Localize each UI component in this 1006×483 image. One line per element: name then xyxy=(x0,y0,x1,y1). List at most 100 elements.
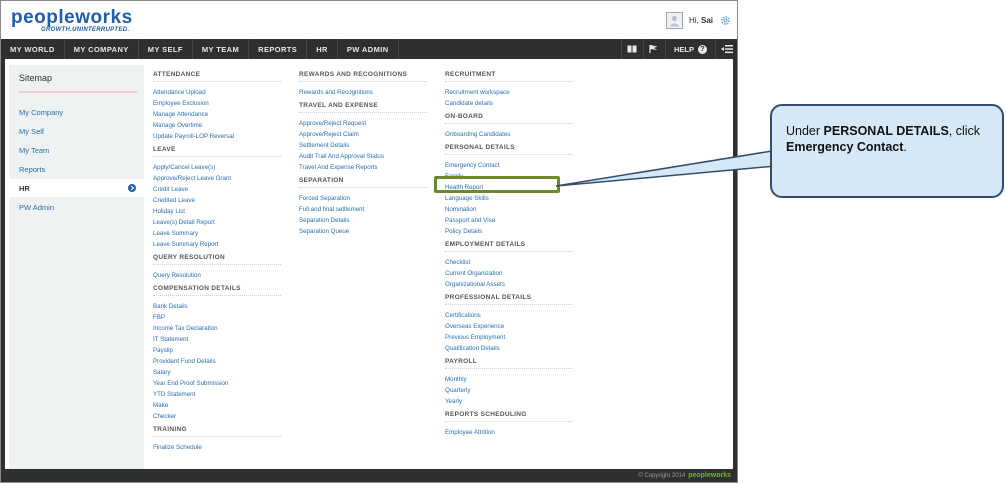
link-bank-details[interactable]: Bank Details xyxy=(153,301,281,312)
section-heading-employment-details: EMPLOYMENT DETAILS xyxy=(445,241,573,252)
link-manage-attendance[interactable]: Manage Attendance xyxy=(153,109,281,120)
link-holiday-list[interactable]: Holiday List xyxy=(153,206,281,217)
link-policy-details[interactable]: Policy Details xyxy=(445,226,573,237)
nav-my-self[interactable]: MY SELF xyxy=(139,39,193,59)
link-onboarding-candidates[interactable]: Onboarding Candidates xyxy=(445,129,573,140)
section-heading-leave: LEAVE xyxy=(153,146,281,157)
link-apply-cancel-leave-s[interactable]: Apply/Cancel Leave(s) xyxy=(153,162,281,173)
link-monthly[interactable]: Monthly xyxy=(445,374,573,385)
link-approve-reject-request[interactable]: Approve/Reject Request xyxy=(299,118,427,129)
link-leave-summary-report[interactable]: Leave Summary Report xyxy=(153,239,281,250)
link-employee-attrition[interactable]: Employee Attrition xyxy=(445,427,573,438)
link-manage-overtime[interactable]: Manage Overtime xyxy=(153,120,281,131)
link-separation-queue[interactable]: Separation Queue xyxy=(299,226,427,237)
link-credit-leave[interactable]: Credit Leave xyxy=(153,184,281,195)
link-payslip[interactable]: Payslip xyxy=(153,345,281,356)
link-organizational-assets[interactable]: Organizational Assets xyxy=(445,279,573,290)
nav-reports[interactable]: REPORTS xyxy=(249,39,308,59)
sidebar-item-my-company[interactable]: My Company xyxy=(9,103,144,121)
link-passport-and-visa[interactable]: Passport and Visa xyxy=(445,215,573,226)
section-heading-personal-details: PERSONAL DETAILS xyxy=(445,144,573,155)
link-full-and-final-settlement[interactable]: Full and final settlement xyxy=(299,204,427,215)
divider xyxy=(19,91,137,93)
nav-my-team[interactable]: MY TEAM xyxy=(193,39,250,59)
link-fbp[interactable]: FBP xyxy=(153,312,281,323)
nav-my-world[interactable]: MY WORLD xyxy=(1,39,65,59)
link-rewards-and-recognitions[interactable]: Rewards and Recognitions xyxy=(299,87,427,98)
link-leave-summary[interactable]: Leave Summary xyxy=(153,228,281,239)
menu-toggle-icon[interactable] xyxy=(715,39,737,59)
header: peopleworks GROWTH.UNINTERRUPTED. Hi, Sa… xyxy=(1,1,737,39)
link-previous-employment[interactable]: Previous Employment xyxy=(445,332,573,343)
link-approve-reject-claim[interactable]: Approve/Reject Claim xyxy=(299,129,427,140)
sitemap-sidebar: Sitemap My Company My Self My Team Repor… xyxy=(9,65,144,469)
gear-icon[interactable] xyxy=(719,15,731,27)
section-heading-reports-scheduling: REPORTS SCHEDULING xyxy=(445,411,573,422)
book-icon[interactable] xyxy=(620,39,643,59)
user-area: Hi, Sai xyxy=(665,12,731,29)
nav-hr[interactable]: HR xyxy=(307,39,338,59)
link-nomination[interactable]: Nomination xyxy=(445,204,573,215)
link-make[interactable]: Make xyxy=(153,400,281,411)
link-year-end-proof-submission[interactable]: Year End Proof Submission xyxy=(153,378,281,389)
link-language-skills[interactable]: Language Skills xyxy=(445,193,573,204)
link-settlement-details[interactable]: Settlement Details xyxy=(299,140,427,151)
sidebar-item-reports[interactable]: Reports xyxy=(9,160,144,178)
link-salary[interactable]: Salary xyxy=(153,367,281,378)
column-1: ATTENDANCE Attendance Upload Employee Excl… xyxy=(153,71,281,453)
footer: © Copyright 2014 peopleworks xyxy=(1,469,737,482)
app-window: peopleworks GROWTH.UNINTERRUPTED. Hi, Sa… xyxy=(0,0,738,483)
link-finalize-schedule[interactable]: Finalize Schedule xyxy=(153,442,281,453)
section-heading-query-resolution: QUERY RESOLUTION xyxy=(153,254,281,265)
link-checker[interactable]: Checker xyxy=(153,411,281,422)
link-current-organization[interactable]: Current Organization xyxy=(445,268,573,279)
link-qualification-details[interactable]: Qualification Details xyxy=(445,343,573,354)
nav-pw-admin[interactable]: PW ADMIN xyxy=(338,39,399,59)
help-icon: ? xyxy=(698,44,707,54)
link-attendance-upload[interactable]: Attendance Upload xyxy=(153,87,281,98)
sidebar-item-my-self[interactable]: My Self xyxy=(9,122,144,140)
link-certifications[interactable]: Certifications xyxy=(445,310,573,321)
sidebar-item-my-team[interactable]: My Team xyxy=(9,141,144,159)
link-audit-trail-and-approval-status[interactable]: Audit Trail And Approval Status xyxy=(299,151,427,162)
flag-icon[interactable] xyxy=(642,39,665,59)
help-button[interactable]: HELP ? xyxy=(664,39,715,59)
link-approve-reject-leave-grant[interactable]: Approve/Reject Leave Grant xyxy=(153,173,281,184)
section-heading-payroll: PAYROLL xyxy=(445,358,573,369)
footer-brand: peopleworks xyxy=(688,472,731,479)
help-label: HELP xyxy=(673,44,694,54)
link-forced-separation[interactable]: Forced Separation xyxy=(299,193,427,204)
link-provident-fund-details[interactable]: Provident Fund Details xyxy=(153,356,281,367)
nav-my-company[interactable]: MY COMPANY xyxy=(65,39,139,59)
link-quarterly[interactable]: Quarterly xyxy=(445,385,573,396)
link-checklist[interactable]: Checklist xyxy=(445,257,573,268)
link-ytd-statement[interactable]: YTD Statement xyxy=(153,389,281,400)
link-yearly[interactable]: Yearly xyxy=(445,396,573,407)
link-recruitment-workspace[interactable]: Recruitment workspace xyxy=(445,87,573,98)
sidebar-item-hr[interactable]: HR xyxy=(9,179,144,197)
link-income-tax-declaration[interactable]: Income Tax Declaration xyxy=(153,323,281,334)
link-employee-exclusion[interactable]: Employee Exclusion xyxy=(153,98,281,109)
link-candidate-details[interactable]: Candidate details xyxy=(445,98,573,109)
link-credited-leave[interactable]: Credited Leave xyxy=(153,195,281,206)
link-update-payroll-lop-reversal[interactable]: Update Payroll-LOP Reversal xyxy=(153,131,281,142)
link-emergency-contact[interactable]: Emergency Contact xyxy=(445,160,573,171)
link-it-statement[interactable]: IT Statement xyxy=(153,334,281,345)
link-separation-details[interactable]: Separation Details xyxy=(299,215,427,226)
nav-right: HELP ? xyxy=(620,39,737,59)
link-overseas-experience[interactable]: Overseas Experience xyxy=(445,321,573,332)
link-query-resolution[interactable]: Query Resolution xyxy=(153,270,281,281)
sidebar-item-pw-admin[interactable]: PW Admin xyxy=(9,198,144,216)
section-heading-travel-and-expense: TRAVEL AND EXPENSE xyxy=(299,102,427,113)
section-heading-attendance: ATTENDANCE xyxy=(153,71,281,82)
section-heading-professional-details: PROFESSIONAL DETAILS xyxy=(445,294,573,305)
main-content: Sitemap My Company My Self My Team Repor… xyxy=(1,59,737,469)
sidebar-item-label: HR xyxy=(19,183,30,193)
avatar[interactable] xyxy=(665,12,683,29)
top-nav: MY WORLD MY COMPANY MY SELF MY TEAM REPO… xyxy=(1,39,737,59)
section-heading-compensation-details: COMPENSATION DETAILS xyxy=(153,285,281,296)
callout-text: Under PERSONAL DETAILS, click Emergency … xyxy=(786,124,981,154)
link-leave-s-detail-report[interactable]: Leave(s) Detail Report xyxy=(153,217,281,228)
logo[interactable]: peopleworks GROWTH.UNINTERRUPTED. xyxy=(11,8,151,35)
link-travel-and-expense-reports[interactable]: Travel And Expense Reports xyxy=(299,162,427,173)
